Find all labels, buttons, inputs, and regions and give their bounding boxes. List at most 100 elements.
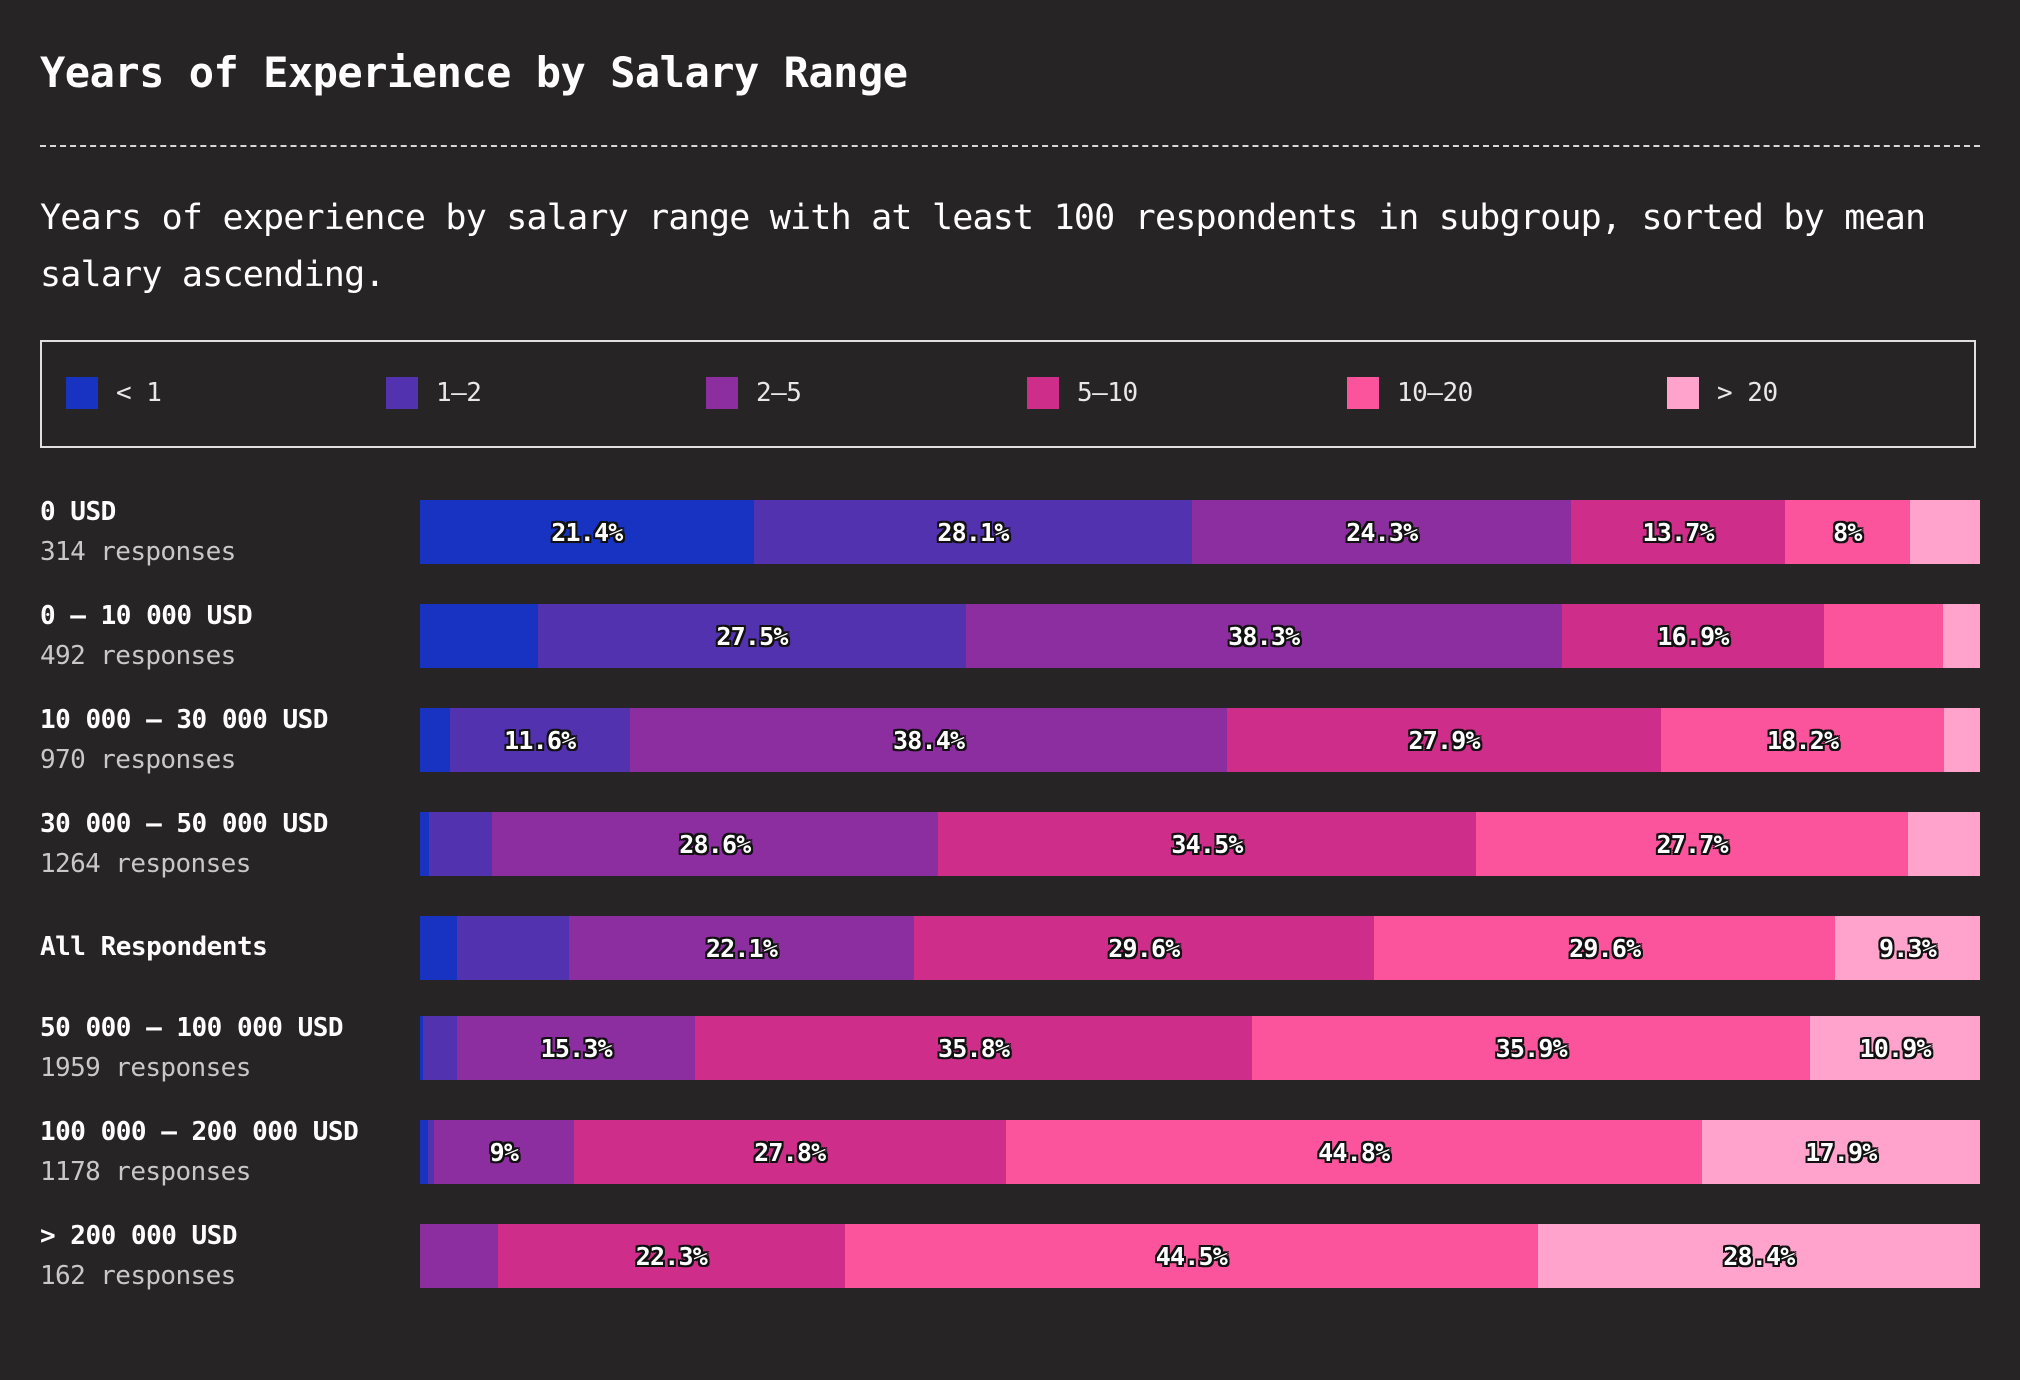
segment-value-label: 44.8%	[1318, 1137, 1390, 1167]
chart-subtitle: Years of experience by salary range with…	[40, 198, 1926, 295]
bar-segment: 10.9%	[1810, 1016, 1980, 1080]
segment-value-label: 35.9%	[1495, 1033, 1568, 1063]
row-label: All Respondents	[40, 932, 410, 962]
segment-value-label: 9%	[489, 1137, 519, 1167]
segment-value-label: 38.3%	[1228, 621, 1300, 651]
segment-value-label: 27.5%	[716, 621, 788, 651]
bar-segment: 8%	[1784, 500, 1910, 564]
segment-value-label: 15.3%	[540, 1033, 613, 1063]
stacked-bar: 21.4% 28.1% 24.3% 13.7% 8%	[420, 500, 1980, 564]
legend-swatch	[386, 377, 418, 409]
row-label: 100 000 – 200 000 USD 1178 responses	[40, 1117, 410, 1187]
legend-item: 2–5	[706, 376, 802, 410]
segment-value-label: 28.4%	[1723, 1241, 1795, 1271]
segment-value-label: 27.7%	[1656, 829, 1729, 859]
legend-swatch	[1027, 377, 1059, 409]
legend: < 1 1–2 2–5 5–10 10–20 > 20	[40, 340, 1976, 448]
bar-segment	[420, 1224, 498, 1288]
stacked-bar: 27.5% 38.3% 16.9%	[420, 604, 1980, 668]
legend-item: < 1	[66, 376, 162, 410]
bar-segment	[420, 916, 458, 980]
stacked-bar: 11.6% 38.4% 27.9% 18.2%	[420, 708, 1980, 772]
segment-value-label: 24.3%	[1346, 517, 1418, 547]
bar-segment: 22.3%	[497, 1224, 846, 1288]
bar-segment	[429, 812, 492, 876]
segment-value-label: 44.5%	[1155, 1241, 1228, 1271]
row-label: 50 000 – 100 000 USD 1959 responses	[40, 1013, 410, 1083]
bar-segment: 44.8%	[1005, 1120, 1702, 1184]
bar-segment: 27.8%	[573, 1120, 1006, 1184]
segment-value-label: 29.6%	[1569, 933, 1641, 963]
row-category: > 200 000 USD	[40, 1221, 238, 1251]
bar-segment	[1944, 708, 1980, 772]
bar-segment: 9%	[433, 1120, 574, 1184]
bar-segment	[1824, 604, 1943, 668]
row-response-count: 492 responses	[40, 641, 236, 671]
row-category: 0 USD	[40, 497, 116, 527]
bar-segment: 34.5%	[937, 812, 1477, 876]
bar-segment: 28.4%	[1537, 1224, 1980, 1288]
chart-title: Years of Experience by Salary Range	[40, 48, 908, 97]
segment-value-label: 9.3%	[1879, 933, 1937, 963]
segment-value-label: 21.4%	[551, 517, 623, 547]
bar-segment: 15.3%	[457, 1016, 696, 1080]
segment-value-label: 18.2%	[1767, 725, 1839, 755]
legend-label: 5–10	[1077, 378, 1138, 408]
bar-segment: 13.7%	[1571, 500, 1785, 564]
legend-item: 1–2	[386, 376, 482, 410]
bar-segment: 17.9%	[1701, 1120, 1980, 1184]
bar-segment: 38.4%	[629, 708, 1228, 772]
row-response-count: 970 responses	[40, 745, 236, 775]
legend-swatch	[1347, 377, 1379, 409]
segment-value-label: 17.9%	[1805, 1137, 1877, 1167]
legend-swatch	[706, 377, 738, 409]
bar-segment	[1909, 500, 1980, 564]
legend-item: 5–10	[1027, 376, 1138, 410]
row-category: 10 000 – 30 000 USD	[40, 705, 328, 735]
row-label: 30 000 – 50 000 USD 1264 responses	[40, 809, 410, 879]
stacked-bar: 9% 27.8% 44.8% 17.9%	[420, 1120, 1980, 1184]
bar-segment: 35.8%	[695, 1016, 1253, 1080]
bar-segment: 27.5%	[538, 604, 966, 668]
segment-value-label: 22.1%	[705, 933, 778, 963]
bar-segment: 28.6%	[491, 812, 938, 876]
row-response-count: 1264 responses	[40, 849, 251, 879]
stacked-bar: 28.6% 34.5% 27.7%	[420, 812, 1980, 876]
bar-segment: 29.6%	[1374, 916, 1836, 980]
legend-label: < 1	[116, 378, 162, 408]
bar-segment: 21.4%	[420, 500, 754, 564]
bar-segment: 16.9%	[1561, 604, 1825, 668]
bar-segment: 27.9%	[1227, 708, 1662, 772]
bar-segment	[1908, 812, 1980, 876]
legend-item: > 20	[1667, 376, 1778, 410]
segment-value-label: 35.8%	[938, 1033, 1010, 1063]
title-divider	[40, 145, 1980, 147]
bar-segment	[420, 604, 539, 668]
bar-segment: 24.3%	[1192, 500, 1572, 564]
legend-label: 2–5	[756, 378, 802, 408]
bar-segment: 28.1%	[753, 500, 1193, 564]
bar-segment	[420, 1120, 428, 1184]
legend-label: 1–2	[436, 378, 482, 408]
row-category: All Respondents	[40, 932, 268, 962]
segment-value-label: 13.7%	[1642, 517, 1714, 547]
segment-value-label: 16.9%	[1657, 621, 1729, 651]
legend-label: > 20	[1717, 378, 1778, 408]
segment-value-label: 8%	[1833, 517, 1862, 547]
segment-value-label: 10.9%	[1859, 1033, 1932, 1063]
segment-value-label: 29.6%	[1108, 933, 1180, 963]
legend-swatch	[1667, 377, 1699, 409]
row-label: 0 USD 314 responses	[40, 497, 410, 567]
row-response-count: 314 responses	[40, 537, 236, 567]
stacked-bar: 22.1% 29.6% 29.6% 9.3%	[420, 916, 1980, 980]
bar-segment: 29.6%	[913, 916, 1375, 980]
row-category: 30 000 – 50 000 USD	[40, 809, 328, 839]
row-category: 0 – 10 000 USD	[40, 601, 253, 631]
legend-item: 10–20	[1347, 376, 1473, 410]
legend-label: 10–20	[1397, 378, 1473, 408]
row-label: 0 – 10 000 USD 492 responses	[40, 601, 410, 671]
bar-segment: 35.9%	[1252, 1016, 1811, 1080]
segment-value-label: 22.3%	[635, 1241, 708, 1271]
bar-segment	[1942, 604, 1980, 668]
bar-segment	[423, 1016, 458, 1080]
